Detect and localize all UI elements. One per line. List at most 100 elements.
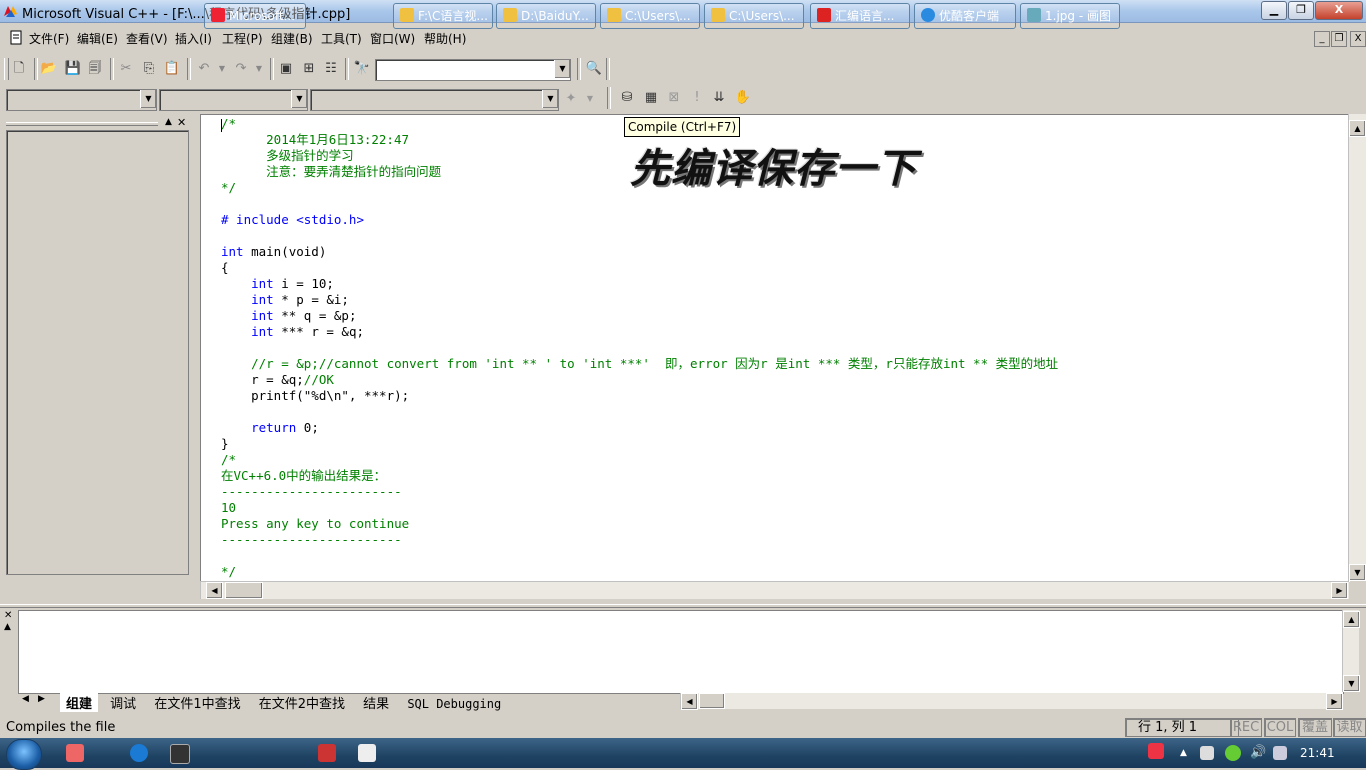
workspace-panel[interactable] <box>6 130 189 575</box>
tray-expand-icon[interactable]: ▲ <box>1180 748 1187 758</box>
output-panel[interactable] <box>18 610 1344 694</box>
mdi-restore-button[interactable]: ❐ <box>1331 31 1347 47</box>
code-line[interactable]: int main(void) <box>221 244 1058 260</box>
scroll-down-icon[interactable]: ▼ <box>1343 675 1360 692</box>
tab-scroll-left-icon[interactable]: ◀ <box>22 694 29 704</box>
stop-build-icon[interactable]: ⊠ <box>665 89 683 107</box>
scroll-up-icon[interactable]: ▲ <box>1343 611 1360 628</box>
toolbar-grip[interactable] <box>4 58 9 80</box>
sogou-icon[interactable] <box>130 744 148 762</box>
splitter[interactable] <box>0 604 1366 608</box>
code-line[interactable]: int ** q = &p; <box>221 308 1058 324</box>
menu-help[interactable]: 帮助(H) <box>424 30 466 47</box>
horizontal-scroll-thumb[interactable] <box>225 582 263 599</box>
execute-icon[interactable]: ! <box>688 89 706 107</box>
scroll-right-icon[interactable]: ▶ <box>1326 693 1343 710</box>
code-line[interactable] <box>221 196 1058 212</box>
code-line[interactable]: Press any key to continue <box>221 516 1058 532</box>
code-line[interactable]: 在VC++6.0中的输出结果是： <box>221 468 1058 484</box>
volume-icon[interactable]: 🔊 <box>1250 745 1266 760</box>
members-combo[interactable]: ▼ <box>310 89 559 111</box>
chevron-down-icon[interactable]: ▼ <box>140 90 156 108</box>
taskbar-button-paint[interactable]: 1.jpg - 画图 <box>1020 3 1120 29</box>
code-line[interactable]: 10 <box>221 500 1058 516</box>
chevron-down-icon[interactable]: ▼ <box>542 90 558 108</box>
tab-results[interactable]: 结果 <box>357 693 395 712</box>
start-button[interactable] <box>6 739 42 770</box>
compile-icon[interactable]: ⛁ <box>618 89 636 107</box>
output-vertical-scrollbar[interactable]: ▲ ▼ <box>1342 610 1360 692</box>
menu-project[interactable]: 工程(P) <box>222 30 263 47</box>
save-all-icon[interactable]: 🗐 <box>86 60 104 78</box>
scroll-down-icon[interactable]: ▼ <box>1349 564 1366 581</box>
code-line[interactable]: ------------------------ <box>221 484 1058 500</box>
output-horizontal-scrollbar[interactable]: ◀ ▶ <box>680 693 1343 710</box>
word-icon[interactable] <box>358 744 376 762</box>
scroll-up-icon[interactable]: ▲ <box>1349 120 1366 137</box>
taskbar-button-youku[interactable]: 优酷客户端 <box>914 3 1016 29</box>
find-icon[interactable]: 🔍 <box>585 60 603 78</box>
scroll-left-icon[interactable]: ◀ <box>206 582 223 599</box>
undo-icon[interactable]: ↶ <box>195 60 213 78</box>
tab-build[interactable]: 组建 <box>60 693 99 712</box>
save-icon[interactable]: 💾 <box>64 60 82 78</box>
output-window-icon[interactable]: ⊞ <box>300 60 318 78</box>
mdi-close-button[interactable]: X <box>1350 31 1366 47</box>
go-icon[interactable]: ⇊ <box>710 89 728 107</box>
code-line[interactable]: { <box>221 260 1058 276</box>
breakpoint-hand-icon[interactable]: ✋ <box>734 89 752 107</box>
menu-window[interactable]: 窗口(W) <box>370 30 415 47</box>
scroll-left-icon[interactable]: ◀ <box>681 693 698 710</box>
maximize-button[interactable]: ❐ <box>1288 1 1314 20</box>
output-scroll-thumb[interactable] <box>699 693 725 709</box>
code-line[interactable] <box>221 340 1058 356</box>
tab-sql-debugging[interactable]: SQL Debugging <box>401 697 507 711</box>
workspace-maximize-icon[interactable]: ▲ <box>165 117 172 127</box>
code-line[interactable]: /* <box>221 452 1058 468</box>
editor-vertical-scrollbar[interactable]: ▲ ▼ <box>1348 114 1366 581</box>
workspace-window-icon[interactable]: ▣ <box>277 60 295 78</box>
sogou-input-icon[interactable] <box>1148 743 1164 759</box>
code-line[interactable]: */ <box>221 564 1058 580</box>
open-folder-icon[interactable]: 📂 <box>40 60 58 78</box>
new-file-icon[interactable]: 🗋 <box>10 60 28 78</box>
network-icon[interactable] <box>1273 746 1287 760</box>
code-line[interactable]: ------------------------ <box>221 532 1058 548</box>
taskbar-button-vc[interactable]: Microsoft... <box>204 3 306 29</box>
tab-find-in-files-1[interactable]: 在文件1中查找 <box>148 693 246 712</box>
security-icon[interactable] <box>1225 745 1241 761</box>
scroll-right-icon[interactable]: ▶ <box>1331 582 1348 599</box>
editor-horizontal-scrollbar[interactable]: ◀ ▶ <box>200 581 1349 599</box>
chevron-down-icon[interactable]: ▼ <box>554 60 570 78</box>
menu-edit[interactable]: 编辑(E) <box>77 30 118 47</box>
mdi-minimize-button[interactable]: _ <box>1314 31 1330 47</box>
taskbar-button-folder-users-1[interactable]: C:\Users\... <box>600 3 700 29</box>
code-line[interactable]: return 0; <box>221 420 1058 436</box>
menu-view[interactable]: 查看(V) <box>126 30 168 47</box>
code-line[interactable]: r = &q;//OK <box>221 372 1058 388</box>
output-close-icon[interactable]: ✕ <box>4 610 12 621</box>
menu-build[interactable]: 组建(B) <box>271 30 313 47</box>
code-line[interactable]: printf("%d\n", ***r); <box>221 388 1058 404</box>
usb-icon[interactable] <box>1200 746 1214 760</box>
redo-icon[interactable]: ↷ <box>232 60 250 78</box>
copy-icon[interactable]: ⎘ <box>140 60 158 78</box>
code-line[interactable] <box>221 228 1058 244</box>
code-line[interactable] <box>221 548 1058 564</box>
chevron-down-icon[interactable]: ▼ <box>291 90 307 108</box>
filter-combo[interactable]: ▼ <box>159 89 308 111</box>
menu-insert[interactable]: 插入(I) <box>175 30 212 47</box>
wizard-dropdown-icon[interactable]: ▼ <box>581 90 599 108</box>
taskbar-button-folder-d[interactable]: D:\BaiduY... <box>496 3 596 29</box>
taskbar-button-folder-users-2[interactable]: C:\Users\... <box>704 3 804 29</box>
find-combo[interactable]: ▼ <box>375 59 571 81</box>
menu-tools[interactable]: 工具(T) <box>321 30 362 47</box>
taskbar-button-folder-c[interactable]: F:\C语言视... <box>393 3 493 29</box>
taskbar-button-pdf[interactable]: 汇编语言... <box>810 3 910 29</box>
workspace-close-icon[interactable]: ✕ <box>177 116 186 129</box>
window-list-icon[interactable]: ☷ <box>322 60 340 78</box>
undo-dropdown-icon[interactable]: ▼ <box>213 60 231 78</box>
code-line[interactable] <box>221 404 1058 420</box>
paste-icon[interactable]: 📋 <box>163 60 181 78</box>
find-in-files-icon[interactable]: 🔭 <box>353 60 371 78</box>
